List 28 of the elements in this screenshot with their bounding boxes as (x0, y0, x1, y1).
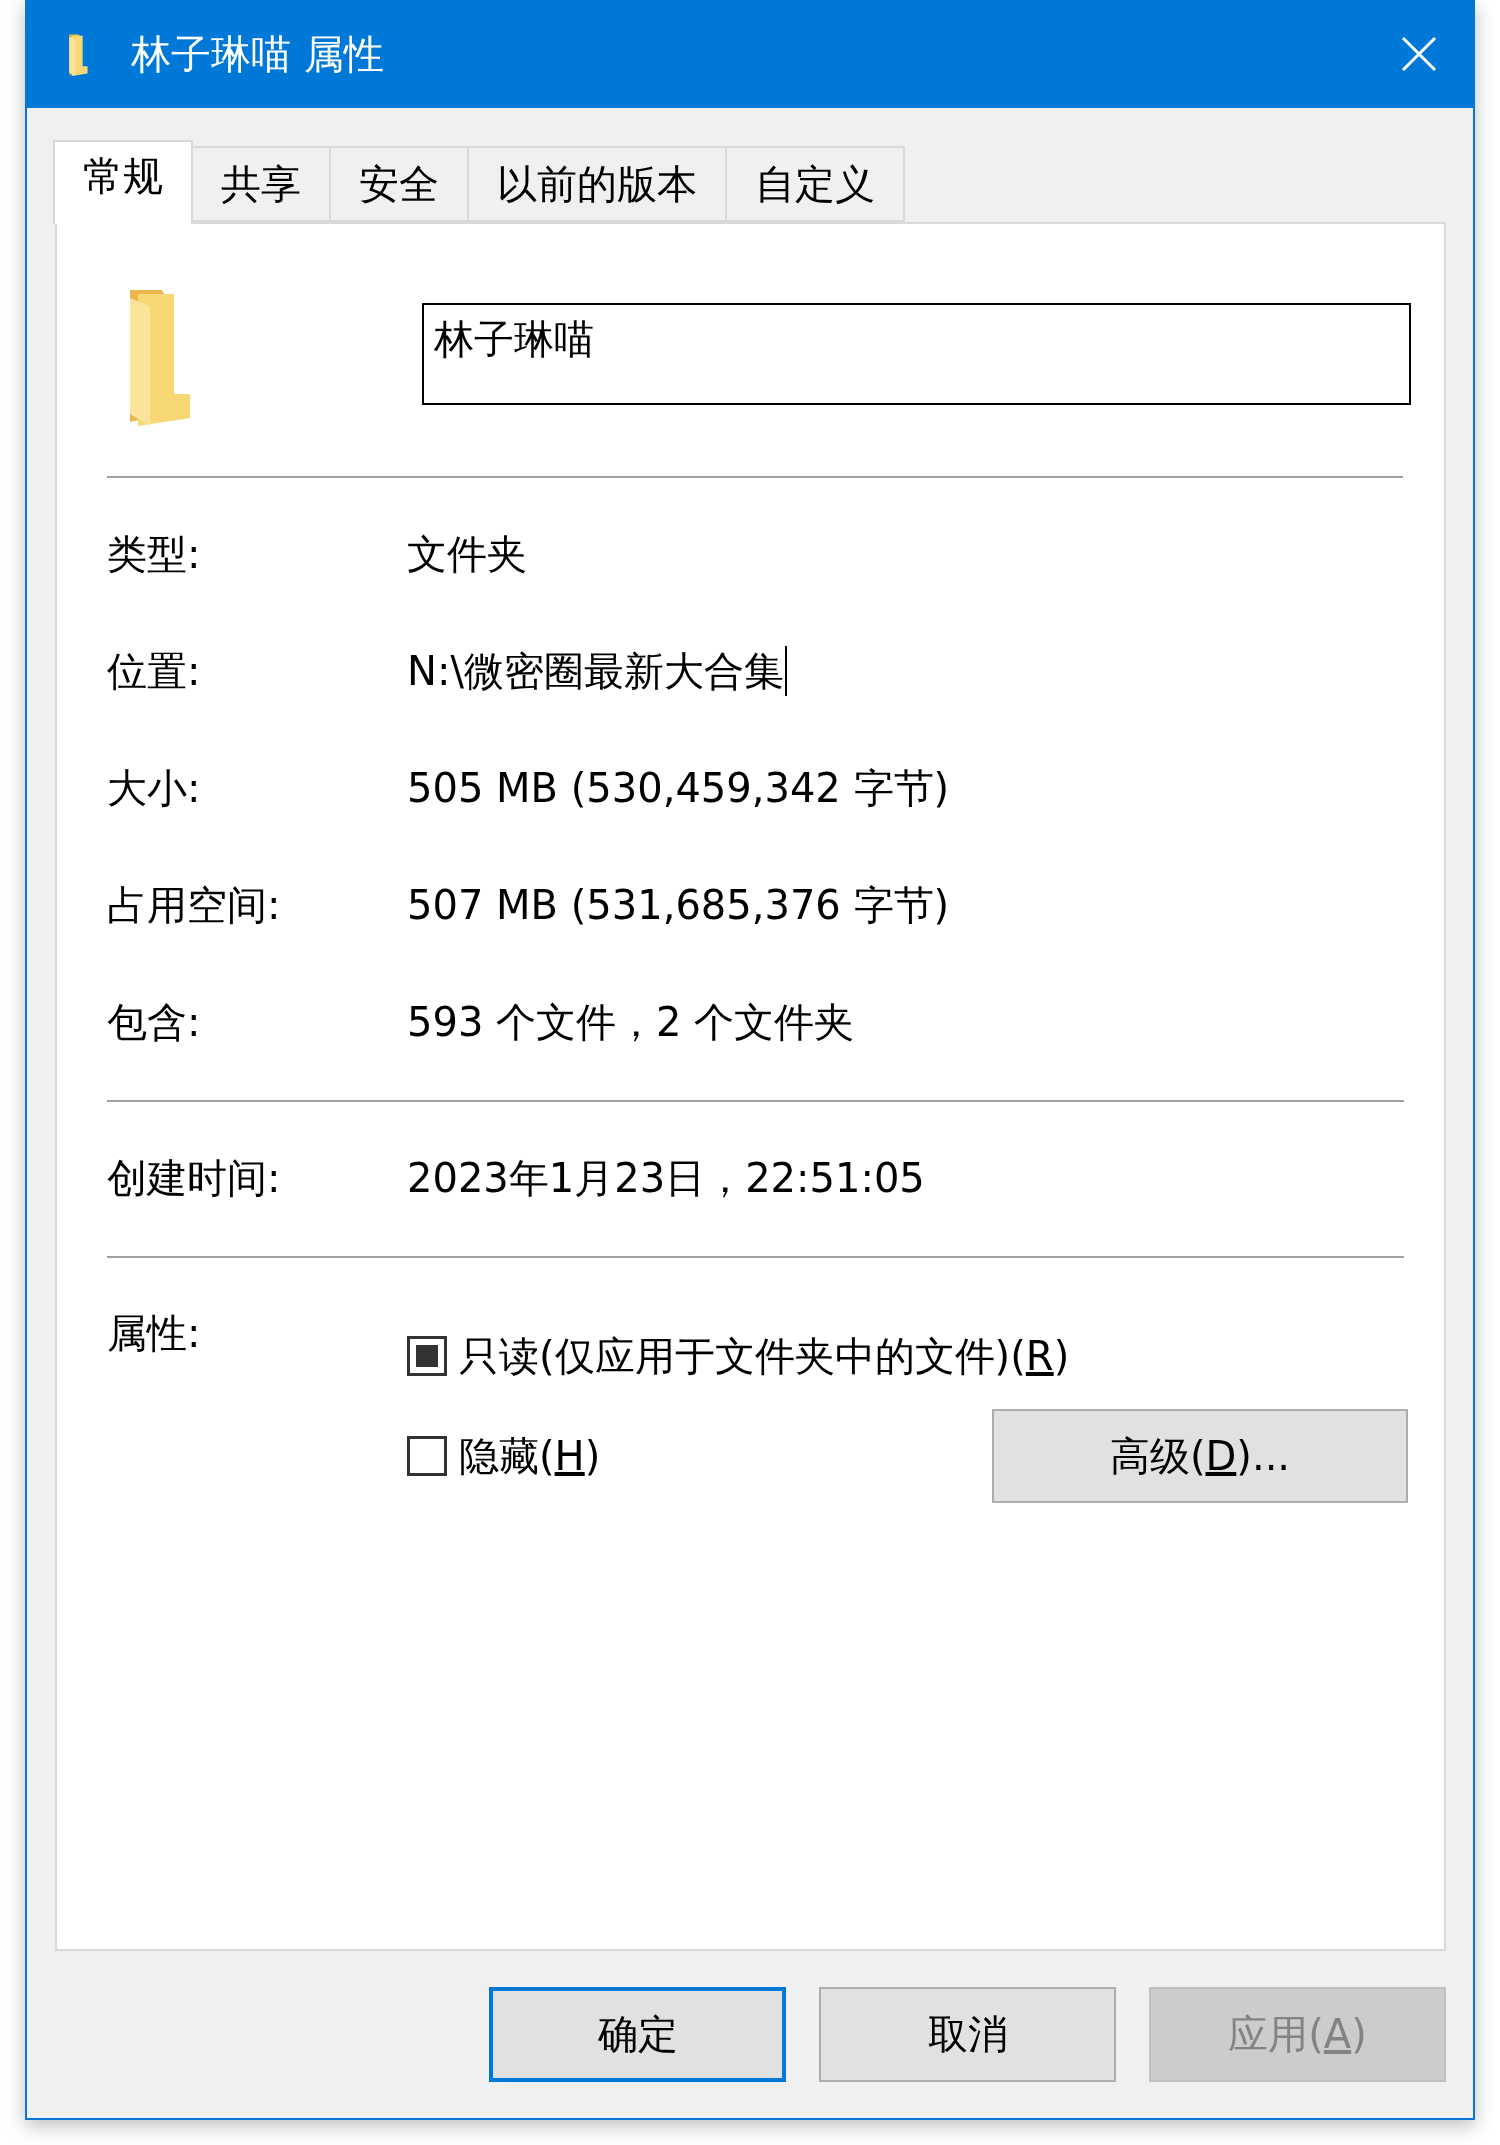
close-icon[interactable] (1401, 36, 1437, 72)
property-value: 507 MB (531,685,376 字节) (407, 880, 950, 930)
name-field[interactable]: 林子琳喵 (422, 303, 1411, 405)
property-value: 2023年1月23日，22:51:05 (407, 1153, 925, 1203)
tab[interactable]: 常规 (53, 140, 193, 224)
tab[interactable]: 安全 (329, 146, 469, 222)
dialog-button[interactable]: 取消 (819, 1987, 1116, 2082)
tab[interactable]: 共享 (191, 146, 331, 222)
dialog-button[interactable]: 确定 (489, 1987, 786, 2082)
property-value: N:\微密圈最新大合集 (407, 643, 787, 699)
property-label: 类型: (107, 529, 202, 579)
property-value: 593 个文件，2 个文件夹 (407, 997, 855, 1047)
checkbox[interactable] (407, 1336, 447, 1376)
property-label: 位置: (107, 646, 202, 696)
property-label: 包含: (107, 997, 202, 1047)
property-label: 占用空间: (107, 880, 282, 930)
checkbox-label[interactable]: 只读(仅应用于文件夹中的文件)(R) (459, 1328, 1070, 1384)
checkbox[interactable] (407, 1436, 447, 1476)
window-title: 林子琳喵 属性 (131, 29, 385, 79)
tab[interactable]: 以前的版本 (467, 146, 727, 222)
advanced-button[interactable]: 高级(D)... (992, 1409, 1408, 1503)
tab[interactable]: 自定义 (725, 146, 905, 222)
checkbox-label[interactable]: 隐藏(H) (459, 1428, 601, 1484)
property-label: 大小: (107, 763, 202, 813)
property-value: 505 MB (530,459,342 字节) (407, 763, 950, 813)
property-label: 属性: (107, 1309, 202, 1358)
property-value: 文件夹 (407, 529, 527, 579)
property-label: 创建时间: (107, 1153, 282, 1203)
